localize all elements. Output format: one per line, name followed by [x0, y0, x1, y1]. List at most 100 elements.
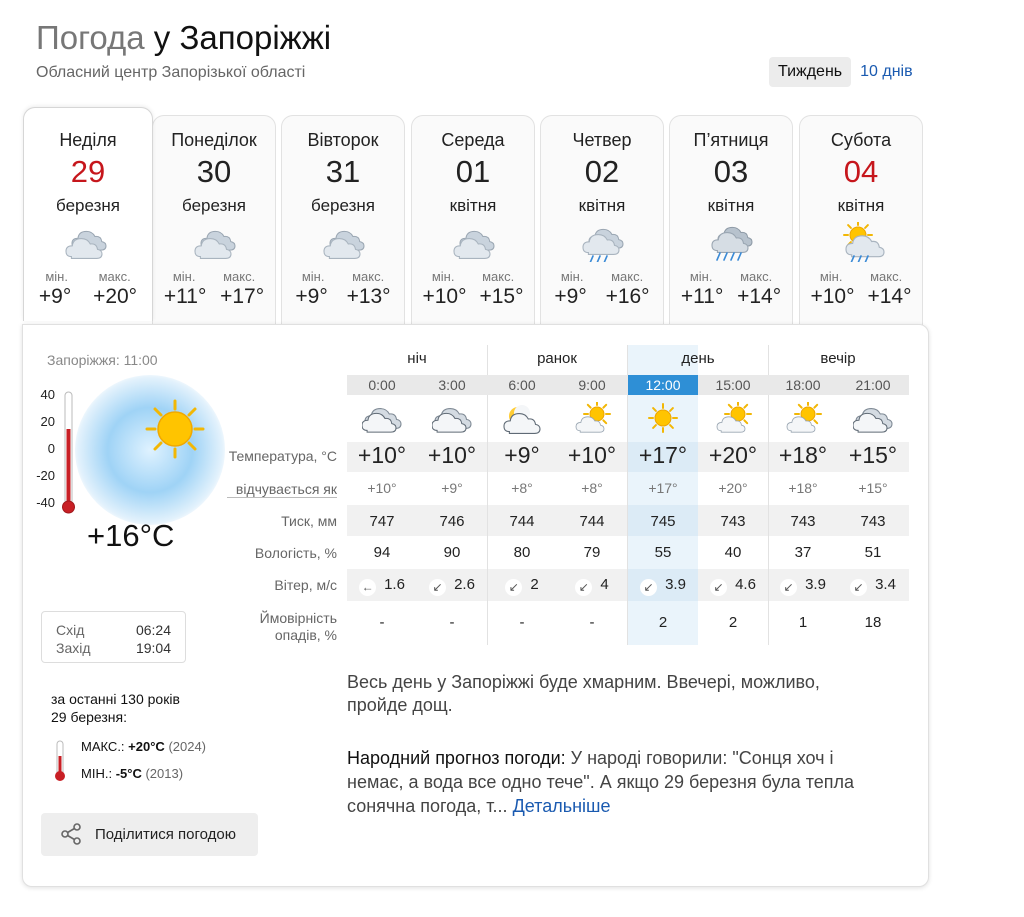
- view-week-button[interactable]: Тиждень: [769, 57, 852, 87]
- history-title-line1: за останні 130 років: [51, 691, 180, 707]
- hour-time[interactable]: 15:00: [698, 375, 768, 395]
- period-day: день: [681, 350, 715, 367]
- hour-pressure: 746: [439, 513, 465, 530]
- hour-temperature: +20°: [708, 442, 758, 468]
- day-tab[interactable]: Субота 04 квітня мін. макс. +10° +14°: [799, 115, 923, 325]
- day-number: 02: [584, 154, 620, 189]
- hour-humidity: 79: [583, 544, 601, 561]
- hour-pressure: 745: [650, 513, 676, 530]
- minmax-temps: +9° +16°: [541, 285, 663, 309]
- day-month: березня: [311, 196, 375, 215]
- min-temp: +9°: [38, 285, 72, 308]
- history-min-label: МІН.:: [81, 766, 113, 781]
- hour-wind: ↙ 3.9: [768, 576, 838, 596]
- minmax-labels: мін. макс.: [153, 269, 275, 284]
- hour-temperature: +17°: [638, 442, 688, 468]
- minmax-temps: +9° +20°: [24, 285, 152, 309]
- rain-icon: [711, 226, 753, 261]
- min-temp: +11°: [163, 285, 207, 308]
- day-number: 29: [70, 154, 106, 189]
- row-label-feels-like[interactable]: відчувається як: [227, 481, 337, 498]
- day-month: квітня: [837, 196, 885, 215]
- hour-humidity: 51: [864, 544, 882, 561]
- hour-precipitation: -: [379, 614, 385, 631]
- hour-humidity: 55: [654, 544, 672, 561]
- night-cloudy-icon: [853, 408, 893, 433]
- day-name: Четвер: [572, 130, 632, 150]
- min-temp: +9°: [554, 285, 587, 308]
- wind-speed: 3.9: [665, 576, 686, 593]
- hour-precipitation: -: [589, 614, 595, 631]
- day-number: 01: [455, 154, 491, 189]
- day-tab[interactable]: Середа 01 квітня мін. макс. +10° +15°: [411, 115, 535, 325]
- hour-time[interactable]: 12:00: [628, 375, 698, 395]
- minmax-labels: мін. макс.: [282, 269, 404, 284]
- cloudy-icon: [453, 230, 495, 259]
- view-toggle: Тиждень 10 днів: [769, 57, 922, 87]
- folk-more-link[interactable]: Детальніше: [513, 796, 611, 816]
- row-label-pressure: Тиск, мм: [281, 513, 337, 529]
- hour-humidity: 40: [724, 544, 742, 561]
- max-temp: +20°: [93, 285, 138, 308]
- min-label: мін.: [819, 269, 843, 284]
- min-temp: +11°: [680, 285, 724, 308]
- scale-label: 0: [47, 441, 55, 456]
- forecast-panel: Запоріжжя: 11:00 40 20 0 -20 -40 +16°C С…: [22, 324, 929, 887]
- hour-precipitation: 18: [864, 614, 882, 631]
- sun-cloud-icon: [575, 402, 611, 433]
- hour-temperature: +10°: [427, 442, 477, 468]
- minmax-temps: +11° +14°: [670, 285, 792, 309]
- hour-pressure: 743: [860, 513, 886, 530]
- max-temp: +14°: [867, 285, 912, 308]
- hour-time[interactable]: 0:00: [347, 375, 417, 395]
- hour-time[interactable]: 3:00: [417, 375, 487, 395]
- wind-speed: 3.9: [805, 576, 826, 593]
- max-temp: +17°: [220, 285, 265, 308]
- day-tab[interactable]: П’ятниця 03 квітня мін. макс. +11° +14°: [669, 115, 793, 325]
- hour-humidity: 80: [513, 544, 531, 561]
- day-month: березня: [56, 196, 120, 215]
- max-temp: +14°: [737, 285, 782, 308]
- hour-wind: ↙ 4: [557, 576, 627, 596]
- light-rain-icon: [582, 228, 624, 262]
- minmax-temps: +11° +17°: [153, 285, 275, 309]
- hour-time[interactable]: 18:00: [768, 375, 838, 395]
- hour-time[interactable]: 6:00: [487, 375, 557, 395]
- night-moon-cloud-icon: [503, 405, 541, 434]
- wind-speed: 4.6: [735, 576, 756, 593]
- hour-feels-like: +15°: [858, 480, 888, 496]
- hour-feels-like: +9°: [441, 480, 463, 496]
- share-icon: [61, 823, 81, 845]
- day-name: П’ятниця: [693, 130, 769, 150]
- scale-label: 20: [40, 414, 55, 429]
- min-temp: +10°: [422, 285, 467, 308]
- hour-feels-like: +8°: [581, 480, 603, 496]
- history-max: МАКС.: +20°C (2024): [81, 739, 206, 754]
- scale-label: -40: [36, 495, 55, 510]
- night-cloudy-icon: [362, 408, 402, 433]
- history-min-year: (2013): [145, 766, 184, 781]
- hour-pressure: 743: [790, 513, 816, 530]
- hour-feels-like: +10°: [367, 480, 397, 496]
- hour-wind: ← 1.6: [347, 576, 417, 596]
- hour-humidity: 94: [373, 544, 391, 561]
- hour-precipitation: 2: [728, 614, 738, 631]
- row-label-humidity: Вологість, %: [254, 545, 337, 561]
- hour-time[interactable]: 21:00: [838, 375, 908, 395]
- share-button[interactable]: Поділитися погодою: [41, 813, 258, 856]
- day-tab[interactable]: Понеділок 30 березня мін. макс. +11° +17°: [152, 115, 276, 325]
- minmax-labels: мін. макс.: [412, 269, 534, 284]
- day-tab[interactable]: Четвер 02 квітня мін. макс. +9° +16°: [540, 115, 664, 325]
- sunrise-time: 06:24: [135, 622, 171, 638]
- view-10days-link[interactable]: 10 днів: [851, 57, 921, 87]
- cloudy-icon: [194, 230, 236, 259]
- hour-feels-like: +17°: [648, 480, 678, 496]
- current-temperature: +16°C: [87, 518, 175, 553]
- hour-time[interactable]: 9:00: [557, 375, 627, 395]
- min-label: мін.: [431, 269, 455, 284]
- day-tab[interactable]: Вівторок 31 березня мін. макс. +9° +13°: [281, 115, 405, 325]
- wind-direction-icon: ↙: [780, 579, 798, 596]
- small-thermometer-icon: [55, 740, 65, 781]
- day-tab[interactable]: Неділя 29 березня мін. макс. +9° +20°: [23, 107, 153, 321]
- day-month: квітня: [707, 196, 755, 215]
